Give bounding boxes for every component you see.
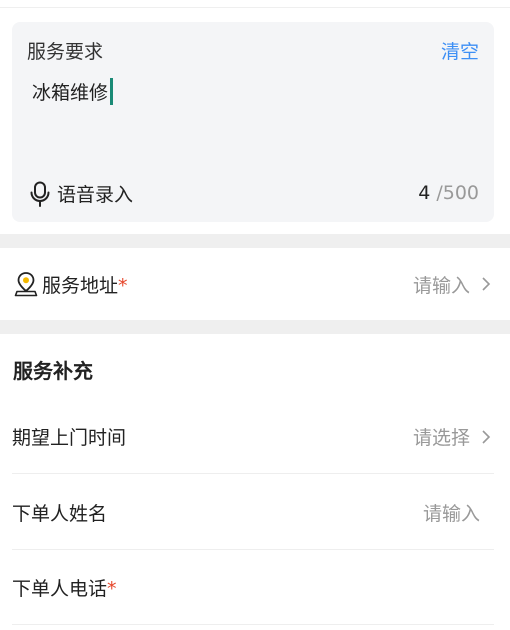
chevron-right-icon: [482, 277, 491, 291]
orderer-name-placeholder: 请输入: [422, 503, 480, 525]
service-request-text: 冰箱维修: [32, 82, 109, 104]
orderer-name-label: 下单人姓名: [12, 503, 108, 525]
service-address-label: 服务地址*: [42, 274, 128, 297]
required-mark: *: [118, 274, 128, 297]
location-pin-icon: [14, 272, 38, 297]
service-request-textarea[interactable]: 冰箱维修: [32, 78, 114, 105]
text-caret: [110, 78, 114, 105]
voice-input-button[interactable]: 语音录入: [29, 180, 133, 207]
top-divider: [0, 0, 510, 8]
service-request-card: 服务要求 清空 冰箱维修 语音录入 4/500: [12, 22, 494, 222]
char-counter: 4/500: [418, 182, 479, 204]
microphone-icon: [30, 181, 50, 207]
clear-button[interactable]: 清空: [441, 37, 479, 64]
chevron-right-icon: [482, 429, 491, 444]
visit-time-placeholder: 请选择: [412, 427, 470, 449]
section-divider: [0, 234, 510, 248]
service-request-title: 服务要求: [27, 41, 104, 63]
service-address-placeholder: 请输入: [412, 274, 470, 297]
service-address-row[interactable]: 服务地址* 请输入: [0, 248, 510, 320]
section-divider: [0, 320, 510, 334]
char-count: 4: [418, 182, 431, 204]
visit-time-label: 期望上门时间: [12, 427, 127, 449]
required-mark: *: [107, 578, 117, 600]
voice-input-label: 语音录入: [57, 184, 134, 206]
orderer-name-row[interactable]: 下单人姓名 请输入: [12, 476, 494, 550]
char-max: /500: [436, 182, 479, 204]
visit-time-row[interactable]: 期望上门时间 请选择: [12, 400, 494, 474]
orderer-phone-row[interactable]: 下单人电话*: [12, 551, 494, 625]
supplement-section-title: 服务补充: [13, 359, 93, 383]
orderer-phone-label: 下单人电话*: [12, 578, 117, 600]
service-form-page: 服务要求 清空 冰箱维修 语音录入 4/500 服务地址* 请输入 服务补充 期…: [0, 0, 510, 630]
